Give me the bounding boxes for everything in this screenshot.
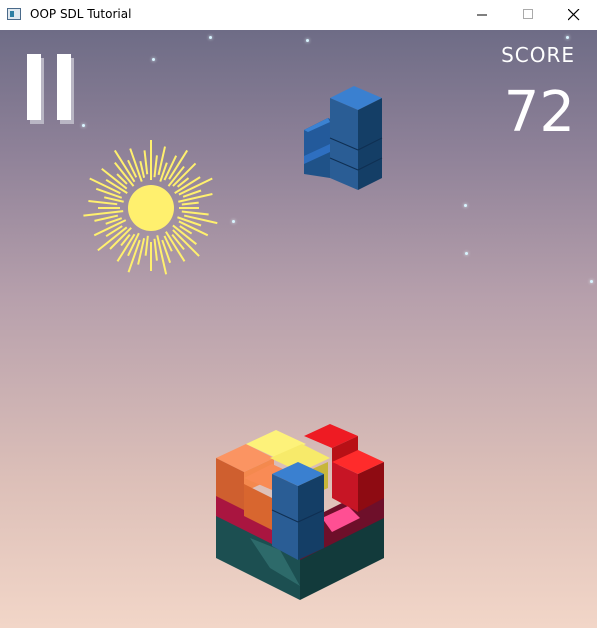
minimize-button[interactable] — [460, 0, 506, 30]
score-value: 72 — [503, 80, 575, 145]
minimize-icon — [477, 14, 487, 16]
falling-piece — [304, 86, 383, 190]
close-button[interactable] — [551, 0, 597, 30]
score-label: SCORE — [501, 43, 575, 67]
sun-ray — [181, 201, 199, 206]
sun-ray — [95, 187, 123, 199]
app-window-icon — [7, 8, 21, 20]
game-canvas[interactable]: SCORE 72 — [0, 30, 597, 628]
star — [566, 36, 569, 39]
star — [232, 220, 235, 223]
title-bar[interactable]: OOP SDL Tutorial — [0, 0, 597, 30]
star — [306, 39, 309, 42]
sun-ray — [88, 199, 118, 206]
star — [590, 280, 593, 283]
sun-icon — [83, 140, 218, 275]
sun-ray — [153, 155, 158, 178]
sun-ray — [178, 193, 213, 203]
pause-button[interactable] — [24, 54, 78, 126]
star — [82, 124, 85, 127]
close-icon — [568, 9, 580, 21]
star — [465, 252, 468, 255]
sun-ray — [171, 233, 185, 251]
sun-ray — [153, 238, 158, 261]
sun-ray — [144, 235, 149, 256]
maximize-icon — [523, 9, 533, 19]
window-title: OOP SDL Tutorial — [30, 7, 132, 21]
sun-ray — [143, 150, 149, 175]
star — [464, 204, 467, 207]
block-stack — [216, 424, 384, 600]
pause-icon — [27, 54, 74, 124]
sun-ray — [139, 160, 146, 178]
maximize-button[interactable] — [506, 0, 552, 30]
star — [152, 58, 155, 61]
app-window: OOP SDL Tutorial SCORE 72 — [0, 0, 597, 628]
star — [209, 36, 212, 39]
sun-ray — [181, 210, 209, 216]
